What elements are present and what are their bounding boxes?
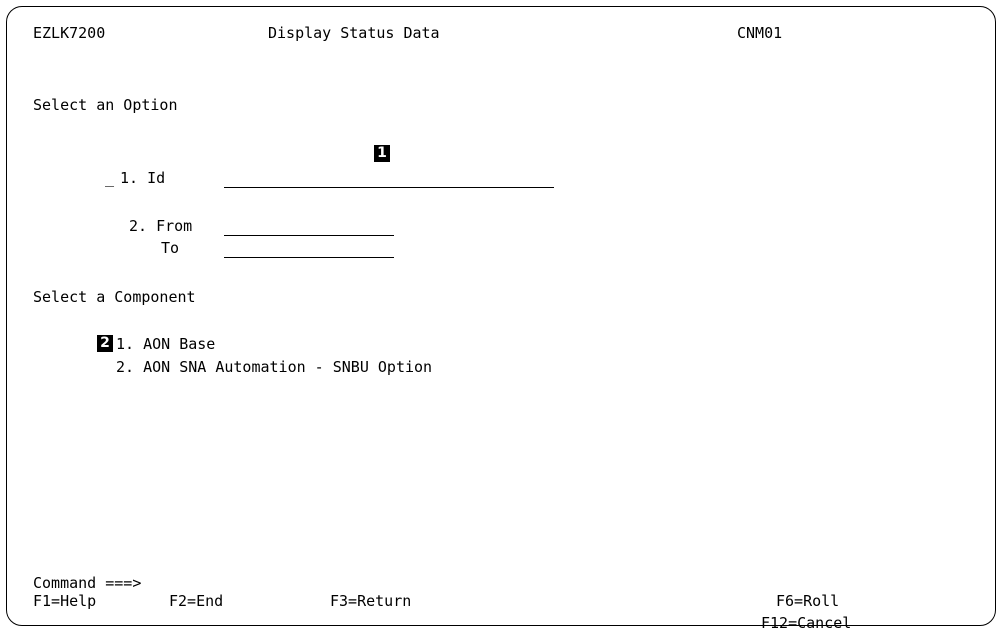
option-to-label: To [161, 239, 180, 257]
component-item-aon-base[interactable]: 1. AON Base [116, 335, 215, 353]
from-input[interactable] [224, 219, 394, 236]
f12-cancel-key[interactable]: F12=Cancel [761, 614, 851, 632]
callout-2-marker: 2 [97, 335, 113, 352]
domain-id: CNM01 [737, 24, 783, 42]
f2-end-key[interactable]: F2=End [169, 592, 223, 610]
id-input[interactable] [224, 171, 554, 188]
option-heading: Select an Option [33, 96, 178, 114]
option-from-label: 2. From [129, 217, 193, 235]
f6-roll-key[interactable]: F6=Roll [776, 592, 839, 610]
to-input[interactable] [224, 241, 394, 258]
f1-help-key[interactable]: F1=Help [33, 592, 96, 610]
f3-return-key[interactable]: F3=Return [330, 592, 411, 610]
panel-id: EZLK7200 [33, 24, 106, 42]
option-id-label: 1. Id [120, 169, 166, 187]
selection-field[interactable]: _ [105, 169, 114, 187]
command-prompt[interactable]: Command ===> [33, 574, 141, 592]
callout-1-marker: 1 [374, 145, 390, 162]
component-item-aon-sna[interactable]: 2. AON SNA Automation - SNBU Option [116, 358, 432, 376]
panel-title: Display Status Data [268, 24, 440, 42]
component-heading: Select a Component [33, 288, 196, 306]
